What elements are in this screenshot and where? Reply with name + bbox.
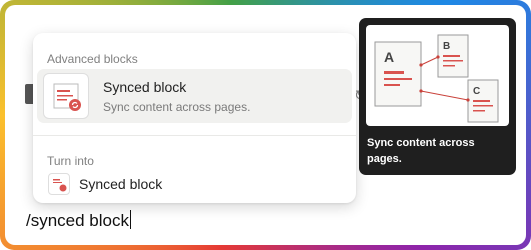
- editor-input-line[interactable]: /synced block: [26, 210, 131, 231]
- illustration-label-a: A: [384, 49, 394, 65]
- illustration-label-c: C: [473, 86, 480, 97]
- section-label-turn-into: Turn into: [47, 154, 94, 168]
- turn-into-synced-block[interactable]: Synced block: [37, 171, 352, 197]
- synced-block-icon: [43, 73, 89, 119]
- menu-item-title: Synced block: [103, 79, 187, 95]
- illustration-label-b: B: [443, 41, 450, 52]
- synced-block-small-icon: [48, 173, 70, 195]
- turn-into-label: Synced block: [79, 176, 163, 192]
- menu-item-description: Sync content across pages.: [103, 100, 251, 114]
- menu-item-synced-block[interactable]: Synced block Sync content across pages.: [37, 69, 352, 123]
- typed-command: /synced block: [26, 211, 129, 230]
- menu-divider: [33, 135, 356, 136]
- preview-caption: Sync content across pages.: [367, 137, 475, 165]
- text-caret: [130, 210, 131, 229]
- synced-block-illustration: A B C: [366, 25, 509, 126]
- block-preview-tooltip: A B C Sync content across pages.: [359, 18, 516, 175]
- editor-canvas: ↻ /synced block Advanced blocks Synce: [5, 5, 526, 245]
- slash-command-menu: Advanced blocks Synced block Sync conten…: [33, 33, 356, 203]
- gradient-border-frame: ↻ /synced block Advanced blocks Synce: [0, 0, 531, 250]
- section-label-advanced-blocks: Advanced blocks: [47, 52, 138, 66]
